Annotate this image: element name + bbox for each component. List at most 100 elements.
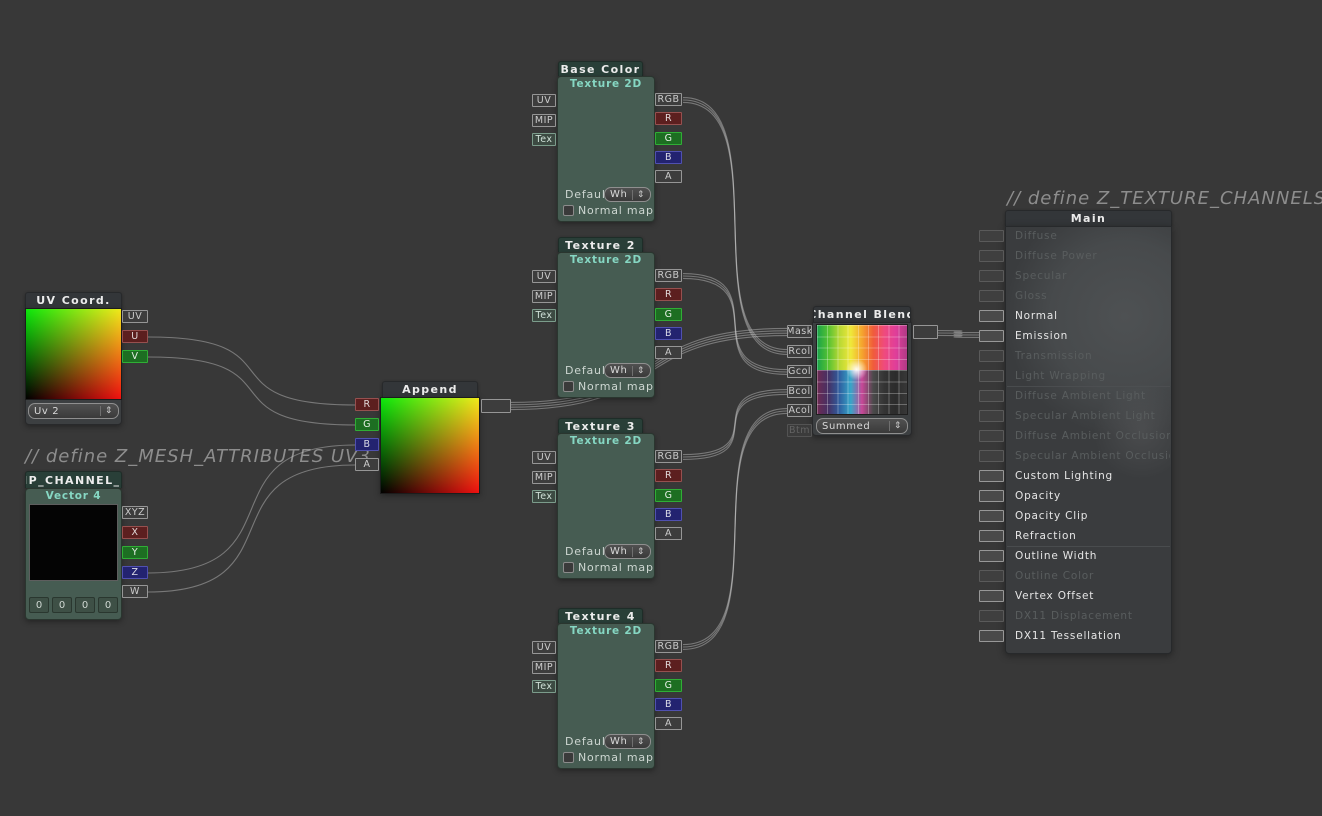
base-color-port-b[interactable]: B (655, 151, 682, 164)
texture-3-default-dropdown[interactable]: White⇕ (604, 544, 651, 559)
texture-4-port-g[interactable]: G (655, 679, 682, 692)
mp-channel-port-y[interactable]: Y (122, 546, 148, 559)
main-port-out[interactable] (979, 590, 1004, 602)
base-color-port-uv[interactable]: UV (532, 94, 556, 107)
main-port-out[interactable] (979, 510, 1004, 522)
main-port-out[interactable] (979, 490, 1004, 502)
channel-blend-port-mask[interactable]: Mask (787, 325, 812, 338)
node-uv-coord-title[interactable]: UV Coord. (25, 292, 122, 308)
node-main-title[interactable]: Main (1005, 210, 1172, 226)
node-base-color-title[interactable]: Base Color (558, 61, 643, 76)
texture-2-port-tex[interactable]: Tex (532, 309, 556, 322)
texture-3-port-uv[interactable]: UV (532, 451, 556, 464)
texture-2-port-r[interactable]: R (655, 288, 682, 301)
channel-blend-port-rcol[interactable]: Rcol (787, 345, 812, 358)
node-append-title[interactable]: Append (382, 381, 478, 397)
main-input-opacity-clip[interactable]: Opacity Clip (1007, 506, 1170, 526)
base-color-port-r[interactable]: R (655, 112, 682, 125)
mp-channel-component-input-2[interactable]: 0 (75, 597, 95, 613)
node-texture-3-title[interactable]: Texture 3 (558, 418, 643, 433)
base-color-port-g[interactable]: G (655, 132, 682, 145)
main-port-out[interactable] (979, 630, 1004, 642)
texture-4-normal-map-checkbox[interactable] (563, 752, 574, 763)
mp-channel-component-input-1[interactable]: 0 (52, 597, 72, 613)
texture-2-port-uv[interactable]: UV (532, 270, 556, 283)
uv-coord-port-v[interactable]: V (122, 350, 148, 363)
main-input-outline-width[interactable]: Outline Width (1007, 546, 1170, 566)
main-input-refraction[interactable]: Refraction (1007, 526, 1170, 546)
mp-channel-port-w[interactable]: W (122, 585, 148, 598)
main-input-dx11-tessellation[interactable]: DX11 Tessellation (1007, 626, 1170, 646)
texture-4-port-r[interactable]: R (655, 659, 682, 672)
texture-2-default-dropdown[interactable]: White⇕ (604, 363, 651, 378)
base-color-port-mip[interactable]: MIP (532, 114, 556, 127)
texture-4-port-rgb[interactable]: RGB (655, 640, 682, 653)
texture-4-port-b[interactable]: B (655, 698, 682, 711)
node-texture-2-title[interactable]: Texture 2 (558, 237, 643, 252)
texture-4-port-tex[interactable]: Tex (532, 680, 556, 693)
main-input-emission[interactable]: Emission (1007, 326, 1170, 346)
main-port-out[interactable] (979, 350, 1004, 362)
main-input-opacity[interactable]: Opacity (1007, 486, 1170, 506)
texture-4-port-a[interactable]: A (655, 717, 682, 730)
node-texture-4-title[interactable]: Texture 4 (558, 608, 643, 623)
main-port-out[interactable] (979, 530, 1004, 542)
base-color-port-tex[interactable]: Tex (532, 133, 556, 146)
append-port-out[interactable] (481, 399, 511, 413)
main-port-out[interactable] (979, 250, 1004, 262)
append-port-b[interactable]: B (355, 438, 379, 451)
base-color-default-dropdown[interactable]: White⇕ (604, 187, 651, 202)
append-port-r[interactable]: R (355, 398, 379, 411)
main-port-out[interactable] (979, 330, 1004, 342)
node-mp-channel-title[interactable]: MP_CHANNEL_U (25, 471, 122, 488)
texture-2-port-a[interactable]: A (655, 346, 682, 359)
channel-blend-blend-mode-dropdown[interactable]: Summed⇕ (816, 418, 908, 434)
texture-4-port-mip[interactable]: MIP (532, 661, 556, 674)
main-port-out[interactable] (979, 310, 1004, 322)
main-port-out[interactable] (979, 570, 1004, 582)
main-port-out[interactable] (979, 370, 1004, 382)
texture-3-port-a[interactable]: A (655, 527, 682, 540)
base-color-port-rgb[interactable]: RGB (655, 93, 682, 106)
texture-4-default-dropdown[interactable]: White⇕ (604, 734, 651, 749)
base-color-normal-map-checkbox[interactable] (563, 205, 574, 216)
texture-3-normal-map-checkbox[interactable] (563, 562, 574, 573)
texture-2-port-rgb[interactable]: RGB (655, 269, 682, 282)
append-port-g[interactable]: G (355, 418, 379, 431)
texture-2-port-mip[interactable]: MIP (532, 290, 556, 303)
main-port-out[interactable] (979, 610, 1004, 622)
main-port-out[interactable] (979, 410, 1004, 422)
main-input-vertex-offset[interactable]: Vertex Offset (1007, 586, 1170, 606)
main-port-out[interactable] (979, 270, 1004, 282)
main-port-out[interactable] (979, 230, 1004, 242)
uv-coord-port-uv[interactable]: UV (122, 310, 148, 323)
texture-3-port-rgb[interactable]: RGB (655, 450, 682, 463)
texture-4-port-uv[interactable]: UV (532, 641, 556, 654)
channel-blend-port-out[interactable] (913, 325, 938, 339)
base-color-port-a[interactable]: A (655, 170, 682, 183)
mp-channel-component-input-3[interactable]: 0 (98, 597, 118, 613)
main-port-out[interactable] (979, 390, 1004, 402)
channel-blend-port-acol[interactable]: Acol (787, 404, 812, 417)
channel-blend-port-gcol[interactable]: Gcol (787, 365, 812, 378)
mp-channel-port-z[interactable]: Z (122, 566, 148, 579)
texture-2-port-g[interactable]: G (655, 308, 682, 321)
main-port-out[interactable] (979, 290, 1004, 302)
texture-2-port-b[interactable]: B (655, 327, 682, 340)
main-input-custom-lighting[interactable]: Custom Lighting (1007, 466, 1170, 486)
channel-blend-port-bcol[interactable]: Bcol (787, 385, 812, 398)
uv-coord-port-u[interactable]: U (122, 330, 148, 343)
node-channel-blend-title[interactable]: Channel Blend (813, 306, 911, 322)
append-port-a[interactable]: A (355, 458, 379, 471)
mp-channel-port-xyz[interactable]: XYZ (122, 506, 148, 519)
main-port-out[interactable] (979, 550, 1004, 562)
main-input-normal[interactable]: Normal (1007, 306, 1170, 326)
main-port-out[interactable] (979, 470, 1004, 482)
mp-channel-port-x[interactable]: X (122, 526, 148, 539)
texture-3-port-mip[interactable]: MIP (532, 471, 556, 484)
texture-3-port-r[interactable]: R (655, 469, 682, 482)
uv-coord-uv-channel-dropdown[interactable]: Uv 2⇕ (28, 403, 119, 419)
texture-2-normal-map-checkbox[interactable] (563, 381, 574, 392)
mp-channel-component-input-0[interactable]: 0 (29, 597, 49, 613)
texture-3-port-tex[interactable]: Tex (532, 490, 556, 503)
